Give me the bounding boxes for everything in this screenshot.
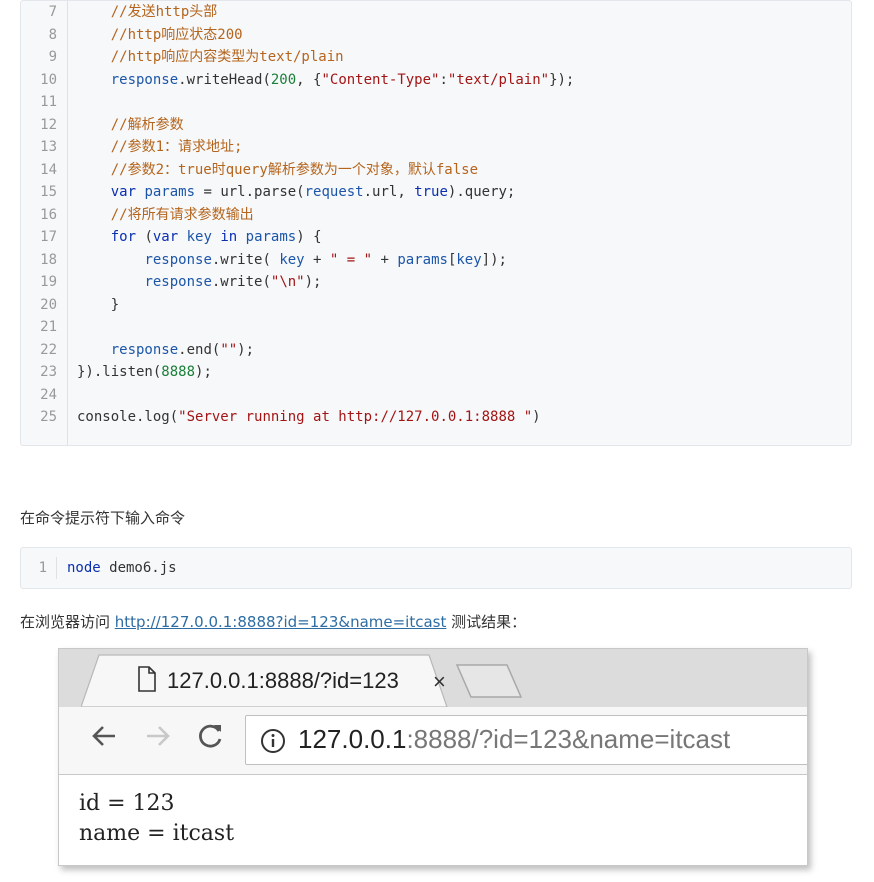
code-text: response.writeHead(200, {"Content-Type":… [110,71,575,88]
instruction-prefix: 在浏览器访问 [20,613,115,631]
code-block: 7 //发送http头部 8 //http响应状态200 9 //http响应内容类… [20,0,852,446]
browser-instruction-text: 在浏览器访问 http://127.0.0.1:8888?id=123&name… [20,611,526,632]
code-line: 16 //将所有请求参数输出 [21,204,851,227]
code-line: 23 }).listen(8888); [21,361,851,384]
code-text: }).listen(8888); [77,364,212,380]
tab-bar: 127.0.0.1:8888/?id=123 × [59,649,807,707]
info-icon[interactable] [260,728,286,758]
browser-tab[interactable]: 127.0.0.1:8888/?id=123 × [81,653,448,707]
code-line: 15 var params = url.parse(request.url, t… [21,181,851,204]
code-text: //发送http头部 [110,4,218,20]
code-text: } [77,296,120,313]
line-number: 15 [40,184,57,200]
instruction-suffix: 测试结果： [446,613,527,631]
line-number: 1 [38,560,47,576]
code-text: //解析参数 [110,116,184,133]
line-number: 14 [40,161,57,178]
code-line: 9 //http响应内容类型为text/plain [21,46,851,69]
page-content: id = 123 name = itcast [79,789,234,849]
code-text: //参数2：true时query解析参数为一个对象，默认false [110,161,479,178]
code-line: 19 response.write("\n"); [21,271,851,294]
code-text: response.end(""); [110,341,255,358]
line-number: 8 [48,26,57,43]
address-bar[interactable]: 127.0.0.1:8888/?id=123&name=itcast [245,715,807,765]
code-text: response.write( key + " = " + params[key… [144,251,507,268]
browser-window: 127.0.0.1:8888/?id=123 × 127.0.0.1:8888/… [58,648,808,866]
code-text: //http响应状态200 [110,26,243,43]
code-text: node demo6.js [67,560,177,576]
line-number: 21 [40,319,57,335]
code-line: 25 console.log("Server running at http://… [21,406,851,429]
code-line: 7 //发送http头部 [21,1,851,24]
close-icon[interactable]: × [433,669,446,695]
line-number: 19 [40,274,57,290]
code-line: 8 //http响应状态200 [21,24,851,47]
command-code-block: 1 node demo6.js [20,547,852,589]
code-line: 14 //参数2：true时query解析参数为一个对象，默认false [21,159,851,182]
code-text: for (var key in params) { [110,229,322,245]
code-line: 13 //参数1：请求地址; [21,136,851,159]
code-line: 18 response.write( key + " = " + params[… [21,249,851,272]
line-number: 10 [40,71,57,88]
address-url: 127.0.0.1:8888/?id=123&name=itcast [298,724,730,755]
code-text: console.log("Server running at http://12… [77,409,541,425]
code-line: 17 for (var key in params) { [21,226,851,249]
response-line: name = itcast [79,821,235,846]
code-line: 10 response.writeHead(200, {"Content-Typ… [21,69,851,92]
line-number: 18 [40,251,57,268]
line-number: 17 [40,229,57,245]
back-arrow-icon[interactable] [89,721,119,759]
line-number: 13 [40,139,57,155]
code-text: //http响应内容类型为text/plain [110,49,344,65]
code-line: 20 } [21,294,851,317]
line-number: 25 [40,409,57,425]
line-number: 22 [40,341,57,358]
line-number: 11 [40,94,57,110]
code-text: response.write("\n"); [144,274,322,290]
line-number: 20 [40,296,57,313]
code-line: 11 [21,91,851,114]
url-host: 127.0.0.1 [298,724,407,754]
tab-title: 127.0.0.1:8888/?id=123 [167,668,399,693]
line-number: 9 [48,49,57,65]
code-line: 21 [21,316,851,339]
code-text: //参数1：请求地址; [110,139,243,155]
instruction-text: 在命令提示符下输入命令 [20,509,186,527]
code-line: 12 //解析参数 [21,114,851,137]
line-number: 12 [40,116,57,133]
code-text: //将所有请求参数输出 [110,206,254,223]
url-path: :8888/?id=123&name=itcast [406,724,731,754]
new-tab-button[interactable] [455,661,525,705]
forward-arrow-icon[interactable] [143,721,173,759]
line-number: 7 [48,4,57,20]
response-line: id = 123 [79,791,175,816]
code-line: 1 node demo6.js [21,557,851,580]
code-text: var params = url.parse(request.url, true… [110,184,516,200]
line-number: 16 [40,206,57,223]
code-line: 24 [21,384,851,407]
line-number: 24 [40,386,57,403]
reload-icon[interactable] [195,721,225,759]
browser-toolbar: 127.0.0.1:8888/?id=123&name=itcast [59,707,807,775]
test-url-link[interactable]: http://127.0.0.1:8888?id=123&name=itcast [115,613,447,631]
code-line: 22 response.end(""); [21,339,851,362]
line-number: 23 [40,364,57,380]
